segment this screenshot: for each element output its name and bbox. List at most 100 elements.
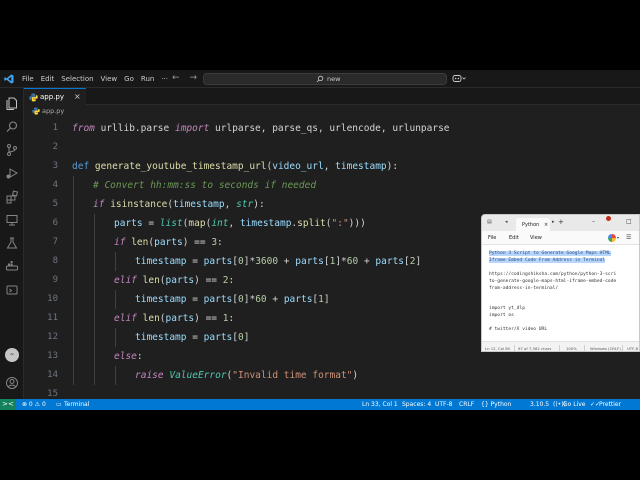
language-mode[interactable]: {} Python bbox=[481, 399, 511, 410]
end-of-line[interactable]: CRLF bbox=[459, 399, 474, 410]
minimize-icon[interactable]: – bbox=[592, 218, 595, 225]
menu-run[interactable]: Run bbox=[141, 74, 154, 84]
code-token: = bbox=[186, 256, 204, 267]
copilot-icon[interactable] bbox=[452, 73, 466, 84]
line-number: 5 bbox=[52, 199, 58, 209]
indent-guide bbox=[115, 328, 116, 347]
indent-guide bbox=[73, 290, 74, 309]
tab-close-icon[interactable]: × bbox=[74, 92, 81, 102]
code-text: parts = list(map(int, timestamp.split(":… bbox=[114, 214, 366, 233]
tab-app-py[interactable]: app.py × bbox=[24, 88, 86, 105]
terminal-icon[interactable]: ▭ bbox=[56, 399, 62, 410]
notepad-eol[interactable]: Windows (CRLF) bbox=[590, 346, 621, 351]
code-token: str bbox=[236, 199, 254, 210]
indentation[interactable]: Spaces: 4 bbox=[402, 399, 431, 410]
remote-window-icon[interactable] bbox=[5, 282, 19, 296]
notepad-text-area[interactable]: Python 3 Script to Generate Google Maps … bbox=[482, 245, 639, 341]
code-line[interactable]: 1 from urllib.parse import urlparse, pars… bbox=[24, 119, 640, 138]
code-token: split bbox=[297, 218, 326, 229]
code-text: timestamp = parts[0]*60 + parts[1] bbox=[135, 290, 330, 309]
maximize-icon[interactable]: □ bbox=[626, 218, 632, 225]
code-line[interactable]: 2 bbox=[24, 138, 640, 157]
gear-icon[interactable]: ☰ bbox=[626, 234, 631, 241]
scroll-right-icon[interactable]: ▸ bbox=[552, 219, 555, 225]
menu-selection[interactable]: Selection bbox=[61, 74, 93, 84]
menu-view[interactable]: View bbox=[101, 74, 118, 84]
notepad-status-bar: Ln 12, Col 80 97 of 7,382 chars 100% Win… bbox=[482, 341, 639, 351]
notepad-encoding[interactable]: UTF-8 bbox=[627, 346, 638, 351]
run-debug-icon[interactable] bbox=[5, 165, 19, 179]
notepad-app-icon: ▤ bbox=[487, 219, 492, 225]
code-text: raise ValueError("Invalid time format") bbox=[135, 366, 358, 385]
menu-go[interactable]: Go bbox=[124, 74, 134, 84]
copilot-account-icon[interactable] bbox=[608, 234, 616, 242]
cursor-position[interactable]: Ln 33, Col 1 bbox=[362, 399, 398, 410]
back-arrow-icon[interactable]: ← bbox=[172, 73, 180, 83]
line-number: 11 bbox=[47, 313, 58, 323]
code-token: + bbox=[278, 256, 296, 267]
code-token: : bbox=[217, 237, 223, 248]
code-token: parts bbox=[114, 218, 143, 229]
extension-badge-icon[interactable]: ~ bbox=[5, 348, 19, 362]
indent-guide bbox=[115, 366, 116, 385]
problems-indicator[interactable]: ⊗ 0 ⚠ 0 bbox=[22, 399, 46, 410]
code-token: : bbox=[228, 313, 235, 324]
activity-bar: ~ bbox=[0, 88, 24, 399]
vscode-logo-icon bbox=[4, 74, 14, 84]
code-token: # Convert hh:mm:ss to seconds if needed bbox=[93, 180, 317, 191]
python-file-icon bbox=[29, 93, 38, 102]
explorer-icon[interactable] bbox=[5, 95, 19, 110]
testing-icon[interactable] bbox=[5, 235, 19, 249]
title-bar: File Edit Selection View Go Run ··· ← → … bbox=[0, 70, 640, 88]
encoding[interactable]: UTF-8 bbox=[435, 399, 453, 410]
code-line[interactable]: 5 if isinstance(timestamp, str): bbox=[24, 195, 640, 214]
menu-bar: File Edit Selection View Go Run ··· bbox=[22, 74, 168, 84]
code-line[interactable]: 3 def generate_youtube_timestamp_url(vide… bbox=[24, 157, 640, 176]
status-bar: >< ⊗ 0 ⚠ 0 ▭ Terminal Ln 33, Col 1 Space… bbox=[0, 399, 640, 410]
menu-file[interactable]: File bbox=[22, 74, 34, 84]
breadcrumb-file[interactable]: app.py bbox=[42, 107, 64, 115]
code-line[interactable]: 4 # Convert hh:mm:ss to seconds if needed bbox=[24, 176, 640, 195]
docker-icon[interactable] bbox=[5, 258, 19, 272]
search-icon[interactable] bbox=[5, 119, 19, 133]
remote-explorer-icon[interactable] bbox=[5, 212, 19, 226]
notepad-menu-edit[interactable]: Edit bbox=[509, 235, 519, 241]
source-control-icon[interactable] bbox=[5, 142, 19, 156]
line-text: import yt_dlp bbox=[489, 306, 525, 312]
notepad-new-tab-icon[interactable]: + bbox=[558, 218, 564, 226]
notepad-zoom[interactable]: 100% bbox=[566, 346, 577, 351]
line-text: to-generate-google-maps-html-iframe-embe… bbox=[489, 278, 617, 284]
code-token: = bbox=[186, 294, 204, 305]
scroll-left-icon[interactable]: ◂ bbox=[505, 219, 508, 225]
code-token: ValueError bbox=[169, 370, 227, 381]
indent-guide bbox=[94, 328, 95, 347]
notepad-menu-file[interactable]: File bbox=[488, 235, 496, 241]
notepad-menu-view[interactable]: View bbox=[530, 235, 542, 241]
python-version[interactable]: 3.10.5 bbox=[530, 399, 549, 410]
code-line[interactable]: 14 raise ValueError("Invalid time format"… bbox=[24, 366, 640, 385]
menu-more[interactable]: ··· bbox=[161, 74, 168, 84]
indent-guide bbox=[73, 328, 74, 347]
chevron-down-icon[interactable]: ▾ bbox=[617, 235, 619, 240]
notepad-tab-close-icon[interactable]: × bbox=[544, 222, 548, 228]
code-token: parts bbox=[203, 256, 233, 267]
notepad-char-count: 97 of 7,382 chars bbox=[518, 346, 552, 351]
terminal-button[interactable]: Terminal bbox=[64, 399, 89, 410]
forward-arrow-icon[interactable]: → bbox=[190, 73, 198, 83]
code-token: ]* bbox=[335, 256, 347, 267]
indent-guide bbox=[73, 233, 74, 252]
menu-edit[interactable]: Edit bbox=[41, 74, 55, 84]
prettier-button[interactable]: Prettier bbox=[599, 399, 621, 410]
line-number: 10 bbox=[47, 294, 58, 304]
code-token: timestamp bbox=[135, 294, 187, 305]
remote-indicator-icon[interactable]: >< bbox=[0, 399, 16, 410]
notepad-tab[interactable]: Python × bbox=[516, 218, 550, 231]
code-text: def generate_youtube_timestamp_url(video… bbox=[72, 157, 398, 176]
go-live-button[interactable]: Go Live bbox=[563, 399, 585, 410]
line-number: 3 bbox=[52, 161, 58, 171]
line-text: from-address-in-terminal/ bbox=[489, 285, 559, 291]
extensions-icon[interactable] bbox=[5, 189, 19, 204]
code-text: timestamp = parts[0] bbox=[135, 328, 249, 347]
accounts-icon[interactable] bbox=[5, 375, 19, 389]
command-center-search[interactable]: new bbox=[203, 73, 447, 85]
